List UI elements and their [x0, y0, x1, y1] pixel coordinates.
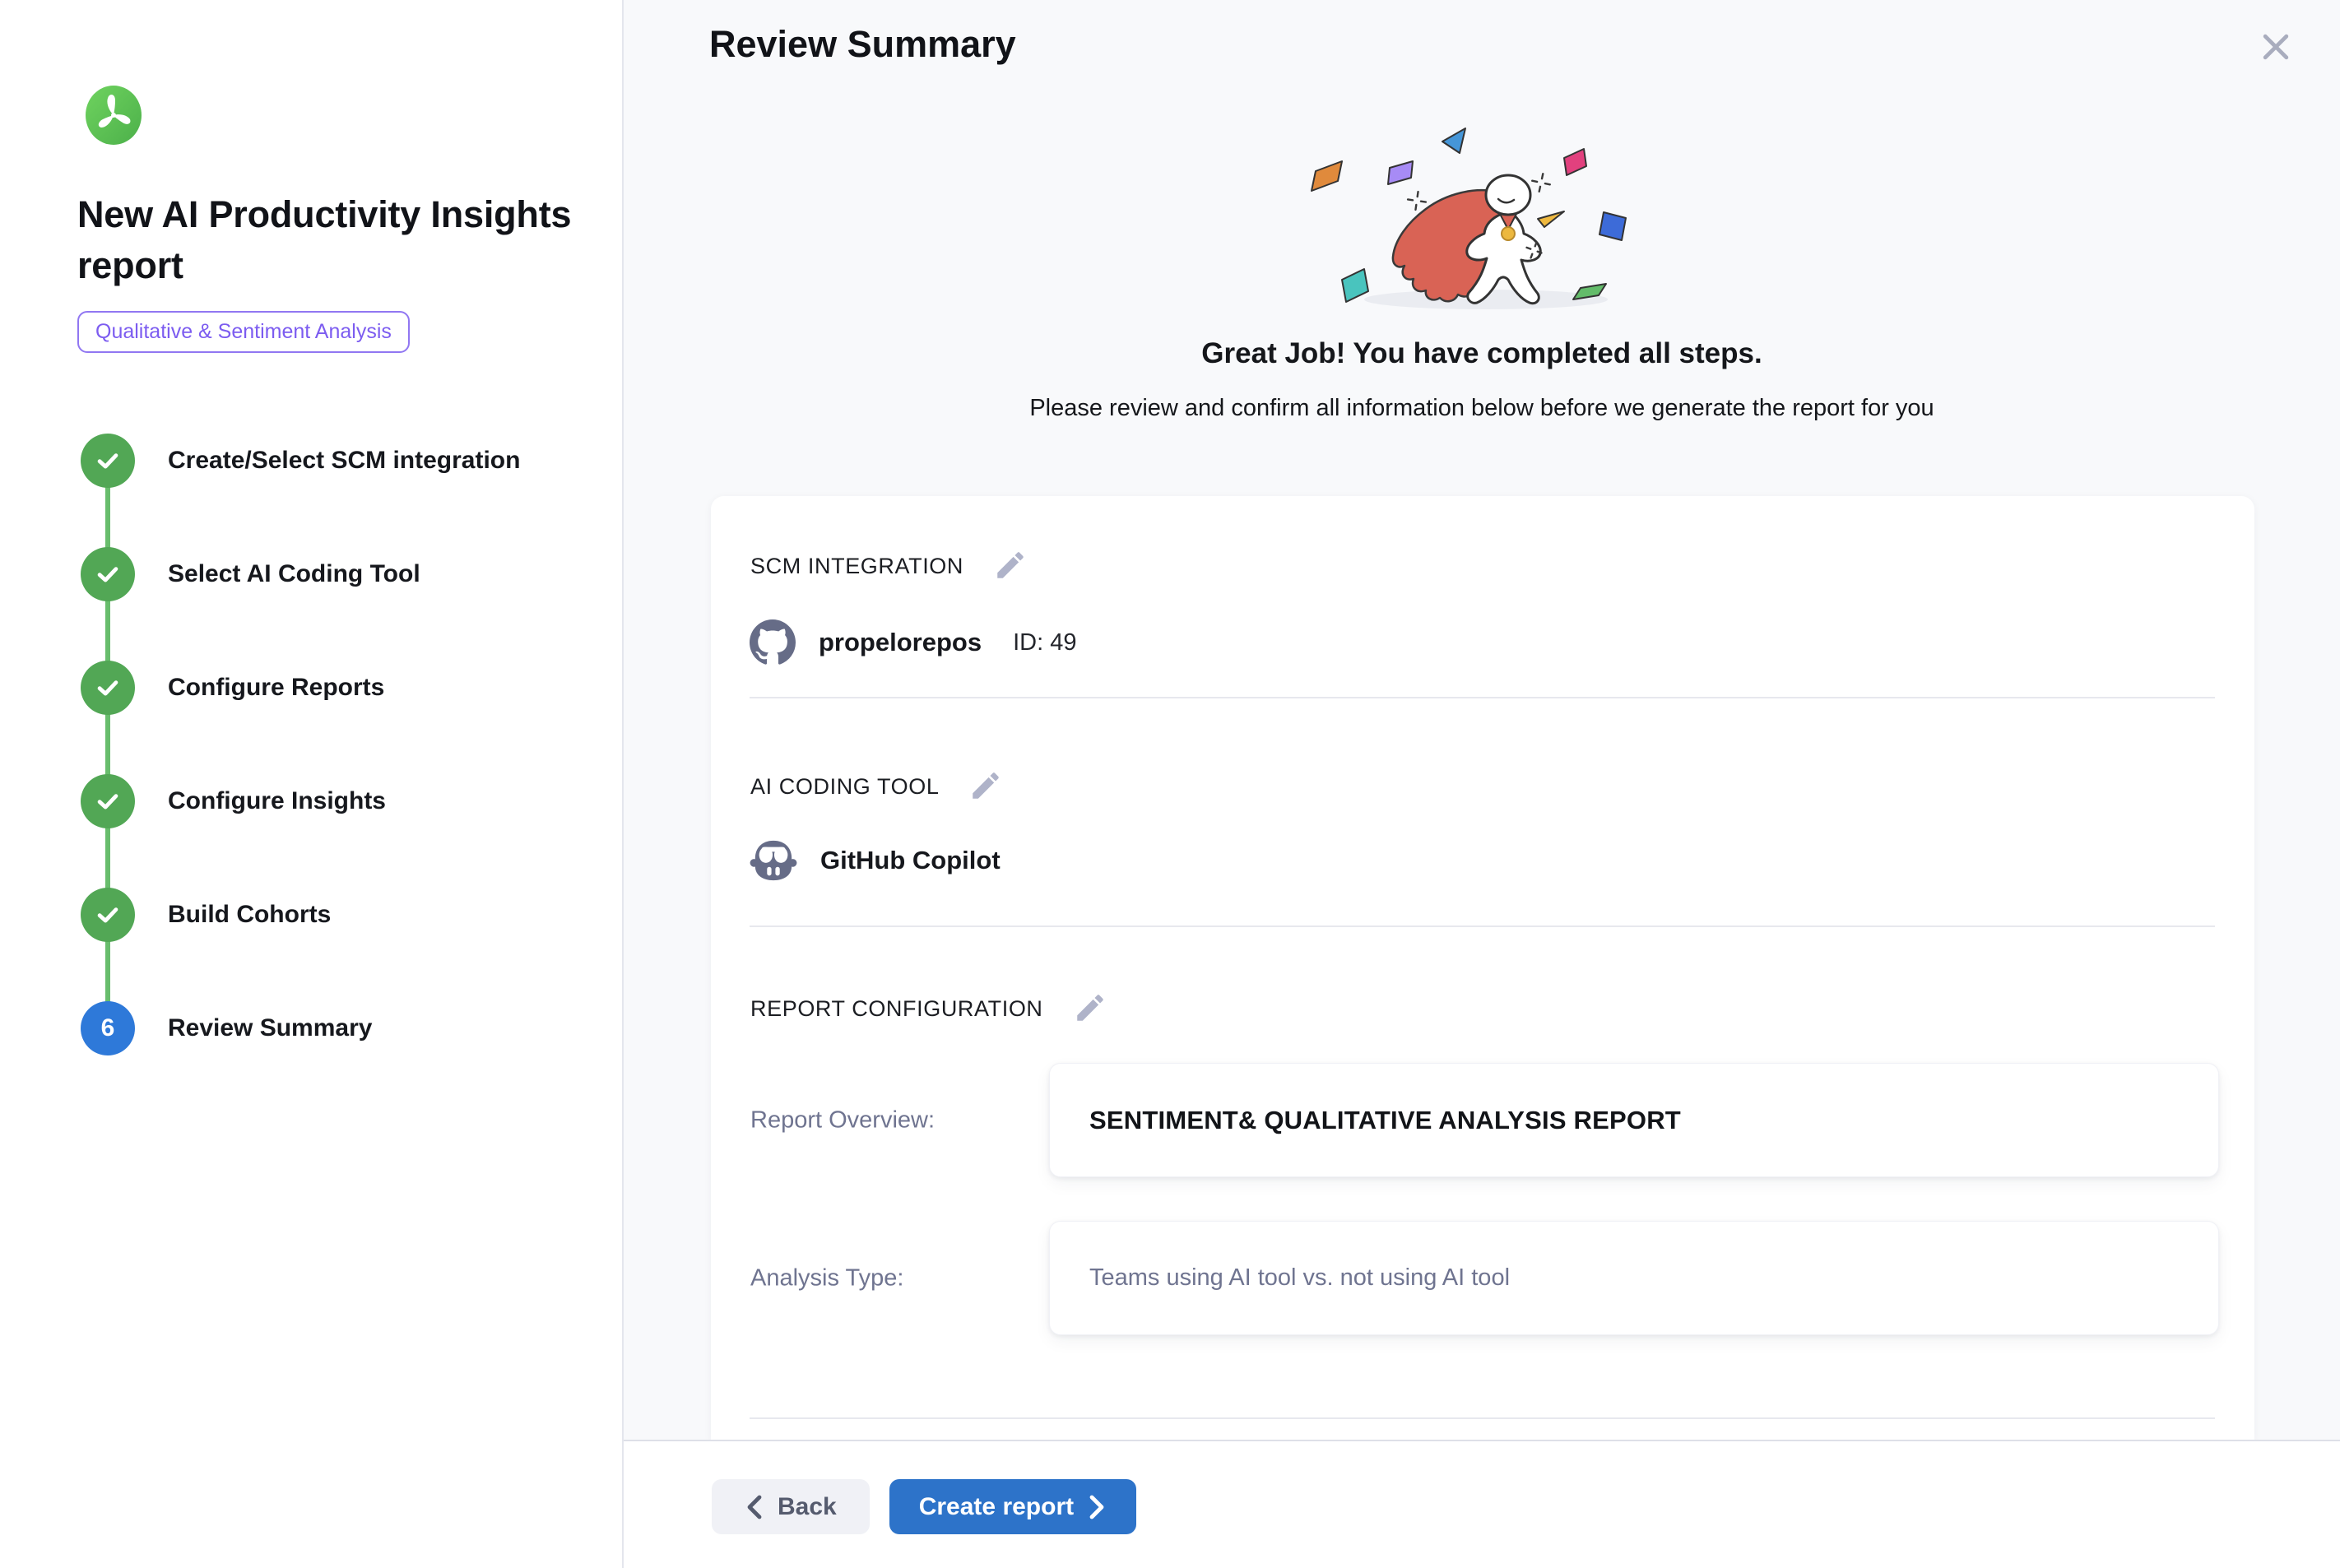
edit-scm-pencil-icon[interactable] [991, 547, 1029, 585]
report-title: New AI Productivity Insights report [77, 189, 589, 291]
edit-ai-tool-pencil-icon[interactable] [967, 768, 1005, 805]
stepper-rail [105, 461, 110, 1028]
ai-coding-tool-section-header: AI CODING TOOL [750, 768, 1005, 805]
ai-coding-tool-name: GitHub Copilot [820, 846, 1001, 875]
completion-subtitle: Please review and confirm all informatio… [624, 395, 2340, 422]
step-label: Select AI Coding Tool [168, 560, 420, 588]
step-select-ai-coding-tool[interactable]: Select AI Coding Tool [81, 547, 589, 601]
step-review-summary[interactable]: 6 Review Summary [81, 1001, 589, 1055]
step-label: Review Summary [168, 1014, 372, 1042]
github-icon [750, 619, 796, 666]
wizard-sidebar: New AI Productivity Insights report Qual… [0, 0, 624, 1568]
page-title: Review Summary [709, 23, 1016, 66]
step-label: Create/Select SCM integration [168, 447, 520, 475]
wizard-footer: Back Create report [624, 1440, 2340, 1568]
section-divider [750, 1417, 2215, 1419]
chevron-right-icon [1087, 1495, 1107, 1519]
step-current-number: 6 [81, 1001, 135, 1055]
create-report-button[interactable]: Create report [889, 1479, 1136, 1534]
analysis-type-label: Analysis Type: [750, 1264, 903, 1292]
scm-integration-name: propelorepos [819, 628, 982, 657]
review-summary-panel: Review Summary [624, 0, 2340, 1568]
step-done-check-icon [81, 434, 135, 488]
section-divider [750, 925, 2215, 927]
step-label: Build Cohorts [168, 901, 331, 929]
analysis-type-row: Analysis Type: Teams using AI tool vs. n… [711, 1221, 2254, 1335]
summary-card: SCM INTEGRATION propelorepos ID: 49 AI C… [711, 496, 2254, 1440]
step-done-check-icon [81, 661, 135, 715]
report-overview-value: SENTIMENT& QUALITATIVE ANALYSIS REPORT [1089, 1106, 1681, 1135]
step-build-cohorts[interactable]: Build Cohorts [81, 888, 589, 942]
ai-coding-tool-label: AI CODING TOOL [750, 774, 939, 800]
report-overview-value-box: SENTIMENT& QUALITATIVE ANALYSIS REPORT [1049, 1063, 2219, 1177]
step-create-select-scm-integration[interactable]: Create/Select SCM integration [81, 434, 589, 488]
scm-integration-value: propelorepos ID: 49 [750, 619, 1076, 666]
chevron-left-icon [745, 1495, 764, 1519]
completion-hero: Great Job! You have completed all steps.… [624, 117, 2340, 422]
step-done-check-icon [81, 774, 135, 828]
back-button[interactable]: Back [712, 1479, 870, 1534]
report-type-badge: Qualitative & Sentiment Analysis [77, 311, 410, 353]
analysis-type-value: Teams using AI tool vs. not using AI too… [1089, 1264, 1510, 1292]
ai-coding-tool-value: GitHub Copilot [750, 838, 1001, 883]
step-label: Configure Reports [168, 674, 384, 702]
scm-integration-label: SCM INTEGRATION [750, 554, 963, 579]
report-overview-label: Report Overview: [750, 1106, 935, 1134]
section-divider [750, 697, 2215, 698]
edit-report-config-pencil-icon[interactable] [1071, 990, 1109, 1028]
report-configuration-section-header: REPORT CONFIGURATION [750, 990, 1109, 1028]
step-configure-reports[interactable]: Configure Reports [81, 661, 589, 715]
step-done-check-icon [81, 547, 135, 601]
scm-integration-id: ID: 49 [1013, 629, 1076, 656]
step-label: Configure Insights [168, 787, 386, 815]
analysis-type-value-box: Teams using AI tool vs. not using AI too… [1049, 1221, 2219, 1335]
scm-integration-section-header: SCM INTEGRATION [750, 547, 1029, 585]
step-configure-insights[interactable]: Configure Insights [81, 774, 589, 828]
celebration-superhero-illustration [1288, 117, 1675, 314]
close-icon[interactable] [2256, 28, 2296, 67]
wizard-stepper: Create/Select SCM integration Select AI … [81, 434, 589, 1055]
propeller-logo-icon [84, 86, 143, 145]
step-done-check-icon [81, 888, 135, 942]
report-configuration-label: REPORT CONFIGURATION [750, 996, 1043, 1022]
completion-message: Great Job! You have completed all steps. [624, 337, 2340, 370]
github-copilot-icon [750, 838, 797, 883]
report-overview-row: Report Overview: SENTIMENT& QUALITATIVE … [711, 1063, 2254, 1177]
